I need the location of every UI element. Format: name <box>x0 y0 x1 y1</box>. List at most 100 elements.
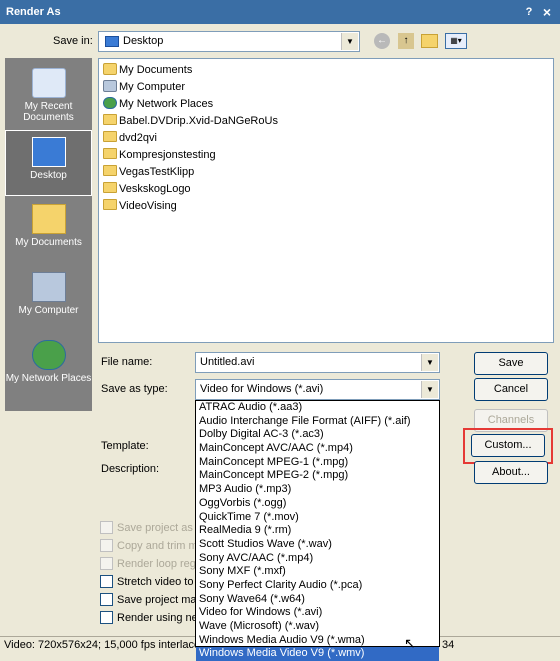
about-button[interactable]: About... <box>474 461 548 484</box>
type-option[interactable]: Windows Media Audio V9 (*.wma) <box>196 634 439 648</box>
place-label: My Recent Documents <box>23 101 74 123</box>
list-item[interactable]: VeskskogLogo <box>103 181 191 198</box>
places-bar: My Recent Documents Desktop My Documents… <box>5 58 92 411</box>
place-label: My Network Places <box>5 373 92 384</box>
type-option[interactable]: Sony Wave64 (*.w64) <box>196 593 439 607</box>
folder-icon <box>103 63 117 75</box>
save-project-checkbox[interactable]: Save project as <box>100 521 193 535</box>
type-option[interactable]: Dolby Digital AC-3 (*.ac3) <box>196 428 439 442</box>
type-option[interactable]: ATRAC Audio (*.aa3) <box>196 401 439 415</box>
render-loop-checkbox[interactable]: Render loop regi <box>100 557 198 571</box>
copy-trim-checkbox[interactable]: Copy and trim m <box>100 539 198 553</box>
list-item[interactable]: Babel.DVDrip.Xvid-DaNGeRoUs <box>103 113 278 130</box>
type-option[interactable]: Scott Studios Wave (*.wav) <box>196 538 439 552</box>
list-item[interactable]: Kompresjonstesting <box>103 147 216 164</box>
status-text: Video: 720x576x24; 15,000 fps interlace <box>4 639 201 651</box>
network-places-icon <box>31 340 66 370</box>
place-label: Desktop <box>30 170 67 181</box>
back-icon[interactable]: ← <box>374 33 390 49</box>
new-folder-icon[interactable] <box>421 34 438 48</box>
list-item[interactable]: VegasTestKlipp <box>103 164 194 181</box>
up-folder-icon[interactable]: ↑ <box>398 33 414 49</box>
view-menu-icon[interactable]: ▦▾ <box>445 33 467 49</box>
type-option[interactable]: Audio Interchange File Format (AIFF) (*.… <box>196 415 439 429</box>
checkbox-box[interactable] <box>100 539 113 552</box>
checkbox-label: Render loop regi <box>117 558 199 570</box>
chevron-down-icon[interactable]: ▼ <box>341 33 358 50</box>
type-option[interactable]: Sony MXF (*.mxf) <box>196 565 439 579</box>
file-name-label: File name: <box>101 356 153 368</box>
title-bar: Render As ? × <box>0 0 560 24</box>
item-label: Babel.DVDrip.Xvid-DaNGeRoUs <box>119 115 278 127</box>
place-network[interactable]: My Network Places <box>5 334 92 400</box>
folder-icon <box>103 199 117 210</box>
item-label: My Documents <box>119 64 193 76</box>
stretch-video-checkbox[interactable]: Stretch video to <box>100 575 193 589</box>
checkbox-box[interactable] <box>100 575 113 588</box>
window-title: Render As <box>6 6 61 18</box>
place-recent-documents[interactable]: My Recent Documents <box>5 62 92 128</box>
checkbox-label: Save project mar <box>117 594 201 606</box>
folder-icon <box>103 165 117 176</box>
checkbox-box[interactable] <box>100 521 113 534</box>
desktop-icon <box>31 137 66 167</box>
list-item[interactable]: My Computer <box>103 79 185 96</box>
chevron-down-icon[interactable]: ▼ <box>421 381 438 398</box>
computer-icon <box>103 80 117 92</box>
chevron-down-icon[interactable]: ▼ <box>421 354 438 371</box>
place-label: My Documents <box>15 237 82 248</box>
type-option[interactable]: Sony Perfect Clarity Audio (*.pca) <box>196 579 439 593</box>
checkbox-label: Save project as <box>117 522 193 534</box>
save-as-type-dropdown[interactable]: ATRAC Audio (*.aa3) Audio Interchange Fi… <box>195 400 440 661</box>
checkbox-label: Render using net <box>117 612 201 624</box>
highlight-box <box>463 428 553 464</box>
type-option-selected[interactable]: Windows Media Video V9 (*.wmv) <box>196 647 439 661</box>
cancel-button[interactable]: Cancel <box>474 378 548 401</box>
type-option[interactable]: MP3 Audio (*.mp3) <box>196 483 439 497</box>
status-trail: 34 <box>442 639 455 651</box>
close-button[interactable]: × <box>540 5 554 19</box>
file-name-field[interactable]: Untitled.avi ▼ <box>195 352 440 373</box>
checkbox-box[interactable] <box>100 593 113 606</box>
save-in-value: Desktop <box>123 35 164 47</box>
help-button[interactable]: ? <box>522 5 536 19</box>
save-in-combo[interactable]: Desktop ▼ <box>98 31 360 52</box>
item-label: dvd2qvi <box>119 132 157 144</box>
item-label: My Network Places <box>119 98 214 110</box>
place-my-documents[interactable]: My Documents <box>5 198 92 264</box>
list-item[interactable]: My Network Places <box>103 96 213 113</box>
type-option[interactable]: RealMedia 9 (*.rm) <box>196 524 439 538</box>
checkbox-box[interactable] <box>100 611 113 624</box>
save-as-type-label: Save as type: <box>101 383 168 395</box>
checkbox-label: Stretch video to <box>117 576 194 588</box>
save-as-type-combo[interactable]: Video for Windows (*.avi) ▼ <box>195 379 440 400</box>
save-in-label: Save in: <box>53 35 93 47</box>
type-option[interactable]: Video for Windows (*.avi) <box>196 606 439 620</box>
list-item[interactable]: VideoVising <box>103 198 177 215</box>
place-desktop[interactable]: Desktop <box>5 130 92 196</box>
type-option[interactable]: OggVorbis (*.ogg) <box>196 497 439 511</box>
checkbox-label: Copy and trim m <box>117 540 198 552</box>
save-as-type-value: Video for Windows (*.avi) <box>200 383 324 395</box>
type-option[interactable]: MainConcept MPEG-2 (*.mpg) <box>196 469 439 483</box>
type-option[interactable]: QuickTime 7 (*.mov) <box>196 511 439 525</box>
save-button[interactable]: Save <box>474 352 548 375</box>
item-label: My Computer <box>119 81 186 93</box>
description-label: Description: <box>101 463 160 475</box>
type-option[interactable]: Wave (Microsoft) (*.wav) <box>196 620 439 634</box>
file-list[interactable]: My Documents My Computer My Network Plac… <box>98 58 554 343</box>
type-option[interactable]: MainConcept MPEG-1 (*.mpg) <box>196 456 439 470</box>
item-label: VideoVising <box>119 200 177 212</box>
type-option[interactable]: Sony AVC/AAC (*.mp4) <box>196 552 439 566</box>
render-network-checkbox[interactable]: Render using net <box>100 611 201 625</box>
type-option[interactable]: MainConcept AVC/AAC (*.mp4) <box>196 442 439 456</box>
list-item[interactable]: dvd2qvi <box>103 130 157 147</box>
save-markers-checkbox[interactable]: Save project mar <box>100 593 200 607</box>
place-my-computer[interactable]: My Computer <box>5 266 92 332</box>
checkbox-box[interactable] <box>100 557 113 570</box>
file-name-value: Untitled.avi <box>200 356 255 368</box>
folder-icon <box>103 131 117 142</box>
recent-documents-icon <box>31 68 66 98</box>
list-item[interactable]: My Documents <box>103 62 192 79</box>
desktop-icon <box>105 36 119 47</box>
